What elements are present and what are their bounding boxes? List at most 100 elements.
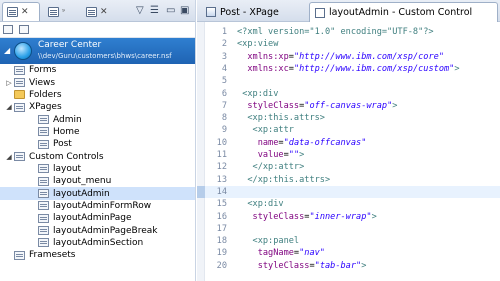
tree-item[interactable]: Folders: [0, 89, 195, 101]
line-number: 1: [221, 27, 227, 37]
tree-item-label: layoutAdmin: [53, 188, 110, 199]
tree-item[interactable]: Forms: [0, 64, 195, 76]
design-tree: Forms ▷ Views Folders ◢ XPages Admin Home Post ◢ C…: [0, 64, 195, 262]
code-token: "tab-bar": [314, 260, 362, 271]
code-text: xmlns:xp="http://www.ibm.com/xsp/core": [237, 51, 444, 63]
line-number: 13: [216, 174, 227, 185]
code-line[interactable]: 7 styleClass="off-canvas-wrap">: [197, 100, 500, 112]
applications-navigator: ✕ ⁹ ✕ ▽ ☰ ▭ ▣ ◢ Career Center \\dev/Guru…: [0, 0, 196, 281]
source-editor[interactable]: 1 <?xml version="1.0" encoding="UTF-8"?> 2…: [197, 22, 500, 281]
code-token: <xp:attr: [252, 125, 294, 136]
folder-icon: [14, 90, 25, 100]
view-menu-icon[interactable]: ▽: [136, 4, 144, 18]
form-icon: [14, 65, 25, 75]
tree-item[interactable]: layoutAdminSection: [0, 237, 195, 249]
tree-item[interactable]: layoutAdminPage: [0, 212, 195, 224]
code-line[interactable]: 17: [197, 223, 500, 235]
line-number: 2: [221, 39, 227, 50]
custom-control-icon: [38, 176, 49, 186]
code-line[interactable]: 18 <xp:panel: [197, 235, 500, 247]
tree-item-label: layoutAdminFormRow: [53, 200, 152, 211]
line-number: 17: [216, 223, 227, 234]
code-text: xmlns:xc="http://www.ibm.com/xsp/custom"…: [237, 63, 459, 75]
tree-item[interactable]: Framesets: [0, 249, 195, 261]
tree-item-label: layout_menu: [53, 176, 112, 187]
tree-item[interactable]: layoutAdminFormRow: [0, 200, 195, 212]
code-text: </xp:attr>: [237, 161, 305, 173]
code-line[interactable]: 15 <xp:div: [197, 198, 500, 210]
code-text: <xp:div: [237, 88, 278, 100]
code-line[interactable]: 16 styleClass="inner-wrap">: [197, 211, 500, 223]
tree-item[interactable]: layout_menu: [0, 175, 195, 187]
view-icon: [14, 78, 25, 88]
code-token: xmlns:xp: [247, 51, 289, 62]
code-line[interactable]: 2 <xp:view: [197, 38, 500, 50]
code-line[interactable]: 20 styleClass="tab-bar">: [197, 260, 500, 272]
tree-item-label: Custom Controls: [29, 151, 104, 162]
tree-item[interactable]: ▷ Views: [0, 76, 195, 88]
expand-triangle-icon[interactable]: ◢: [4, 153, 14, 161]
code-line[interactable]: 8 <xp:this.attrs>: [197, 112, 500, 124]
code-line[interactable]: 9 <xp:attr: [197, 124, 500, 136]
expand-triangle-icon[interactable]: ◢: [4, 46, 10, 55]
tree-item[interactable]: layout: [0, 163, 195, 175]
code-line[interactable]: 5: [197, 75, 500, 87]
code-token: "inner-wrap": [309, 211, 372, 222]
code-line[interactable]: 1 <?xml version="1.0" encoding="UTF-8"?>: [197, 26, 500, 38]
code-token: "": [288, 150, 300, 160]
application-row[interactable]: ◢ Career Center \\dev/Guru\customers\bhw…: [0, 38, 195, 64]
tree-item-label: XPages: [29, 102, 62, 113]
maximize-icon[interactable]: ▣: [180, 4, 189, 18]
code-token: "off-canvas-wrap": [304, 100, 393, 111]
code-token: name: [257, 137, 279, 148]
tree-item[interactable]: Post: [0, 138, 195, 150]
tab-outline[interactable]: ✕: [82, 2, 118, 21]
code-token: <xp:div: [247, 199, 284, 210]
minimize-icon[interactable]: ▭: [166, 4, 175, 18]
tree-item-label: Framesets: [29, 250, 76, 261]
xpage-icon: [38, 115, 49, 125]
tab-label: Post - XPage: [220, 6, 279, 18]
close-icon[interactable]: ✕: [21, 7, 29, 17]
tree-item[interactable]: Home: [0, 126, 195, 138]
code-line[interactable]: 3 xmlns:xp="http://www.ibm.com/xsp/core": [197, 51, 500, 63]
database-icon: [14, 42, 32, 60]
link-editor-icon[interactable]: [19, 25, 29, 34]
code-line[interactable]: 11 value="">: [197, 149, 500, 161]
tab-post-xpage[interactable]: Post - XPage: [201, 2, 302, 22]
frameset-icon: [14, 250, 25, 260]
code-line[interactable]: 14: [197, 185, 500, 199]
code-line[interactable]: 10 name="data-offcanvas": [197, 137, 500, 149]
tree-item[interactable]: ◢ XPages: [0, 101, 195, 113]
tab-layoutadmin[interactable]: layoutAdmin - Custom Control: [309, 2, 498, 22]
expand-triangle-icon[interactable]: ▷: [4, 79, 14, 87]
custom-control-icon: [38, 213, 49, 223]
code-token: >: [392, 100, 398, 111]
code-line[interactable]: 12 </xp:attr>: [197, 161, 500, 173]
tree-item[interactable]: Admin: [0, 113, 195, 125]
line-number: 5: [221, 76, 227, 87]
code-token: >: [371, 211, 377, 222]
code-line[interactable]: 4 xmlns:xc="http://www.ibm.com/xsp/custo…: [197, 63, 500, 75]
collapse-all-icon[interactable]: [3, 25, 13, 34]
tree-item[interactable]: layoutAdmin: [0, 187, 195, 200]
expand-triangle-icon[interactable]: ◢: [4, 103, 14, 111]
tree-item[interactable]: ◢ Custom Controls: [0, 150, 195, 162]
code-token: </xp:this.attrs>: [247, 174, 331, 185]
tab-package-explorer[interactable]: ⁹: [44, 2, 78, 21]
editor-area: Post - XPage layoutAdmin - Custom Contro…: [197, 0, 500, 281]
code-line[interactable]: 13 </xp:this.attrs>: [197, 174, 500, 186]
tree-item[interactable]: layoutAdminPageBreak: [0, 224, 195, 236]
code-line[interactable]: 6 <xp:div: [197, 88, 500, 100]
outline-icon: [86, 6, 97, 17]
code-line[interactable]: 19 tagName="nav": [197, 247, 500, 259]
tab-label: layoutAdmin - Custom Control: [329, 7, 473, 18]
code-token: tagName: [257, 248, 294, 259]
lines-icon[interactable]: ☰: [150, 4, 159, 18]
tab-applications[interactable]: ✕: [2, 2, 40, 21]
